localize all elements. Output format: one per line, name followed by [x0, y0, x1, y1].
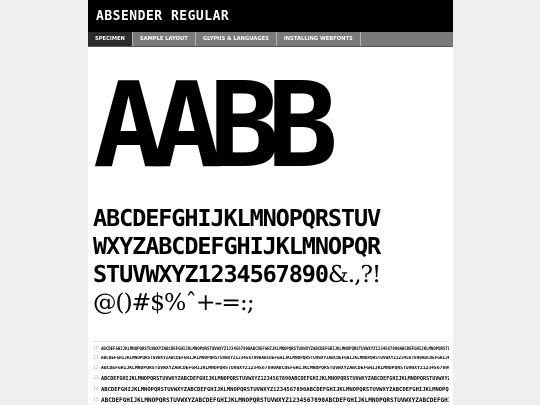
waterfall-size: 12	[93, 365, 99, 371]
page-header: ABSENDER REGULAR	[88, 0, 453, 32]
waterfall-text: ABCDEFGHIJKLMNOPQRSTUVWXYZABCDEFGHIJKLMN…	[101, 365, 449, 371]
tab-glyphs-languages[interactable]: GLYPHS & LANGUAGES	[196, 32, 277, 46]
charset-line: @()#$%ˆ+-=:;	[93, 288, 255, 316]
waterfall-text: ABCDEFGHIJKLMNOPQRSTUVWXYZABCDEFGHIJKLMN…	[101, 397, 449, 404]
font-title: ABSENDER REGULAR	[96, 8, 230, 24]
waterfall-size: 13	[93, 376, 99, 381]
waterfall-size: 15	[93, 398, 99, 403]
waterfall-size: 14	[93, 387, 99, 392]
waterfall-row: 11 ABCDEFGHIJKLMNOPQRSTUVWXYZABCDEFGHIJK…	[93, 353, 449, 363]
waterfall-text: ABCDEFGHIJKLMNOPQRSTUVWXYZABCDEFGHIJKLMN…	[101, 375, 449, 382]
tab-bar: SPECIMEN SAMPLE LAYOUT GLYPHS & LANGUAGE…	[88, 32, 453, 47]
waterfall-text: ABCDEFGHIJKLMNOPQRSTUVWXYZABCDEFGHIJKLMN…	[101, 355, 449, 361]
waterfall-size: 10	[93, 346, 99, 351]
charset-line: WXYZABCDEFGHIJKLMNOPQR	[93, 232, 381, 260]
waterfall-row: 12 ABCDEFGHIJKLMNOPQRSTUVWXYZABCDEFGHIJK…	[93, 363, 449, 373]
charset-line: STUVWXYZ1234567890&.,?!	[93, 260, 443, 288]
waterfall-row: 10 ABCDEFGHIJKLMNOPQRSTUVWXYZABCDEFGHIJK…	[93, 344, 449, 353]
waterfall-row: 15 ABCDEFGHIJKLMNOPQRSTUVWXYZABCDEFGHIJK…	[93, 395, 449, 405]
tab-sample-layout[interactable]: SAMPLE LAYOUT	[133, 32, 196, 46]
charset-line-text: STUVWXYZ1234567890	[93, 260, 329, 288]
character-set: ABCDEFGHIJKLMNOPQRSTUV WXYZABCDEFGHIJKLM…	[93, 204, 443, 316]
specimen-page: ABSENDER REGULAR SPECIMEN SAMPLE LAYOUT …	[88, 0, 453, 405]
big-sample-text: AABB	[93, 56, 338, 194]
divider	[93, 341, 449, 342]
tab-specimen[interactable]: SPECIMEN	[88, 32, 133, 46]
waterfall-row: 13 ABCDEFGHIJKLMNOPQRSTUVWXYZABCDEFGHIJK…	[93, 373, 449, 384]
charset-symbols: &.,?!	[327, 260, 382, 288]
tab-installing-webfonts[interactable]: INSTALLING WEBFONTS	[277, 32, 361, 46]
waterfall: 10 ABCDEFGHIJKLMNOPQRSTUVWXYZABCDEFGHIJK…	[93, 344, 449, 405]
waterfall-row: 14 ABCDEFGHIJKLMNOPQRSTUVWXYZABCDEFGHIJK…	[93, 384, 449, 395]
charset-line: ABCDEFGHIJKLMNOPQRSTUV	[93, 204, 381, 232]
waterfall-size: 11	[93, 355, 99, 361]
waterfall-text: ABCDEFGHIJKLMNOPQRSTUVWXYZABCDEFGHIJKLMN…	[101, 346, 449, 351]
waterfall-text: ABCDEFGHIJKLMNOPQRSTUVWXYZABCDEFGHIJKLMN…	[101, 386, 449, 393]
